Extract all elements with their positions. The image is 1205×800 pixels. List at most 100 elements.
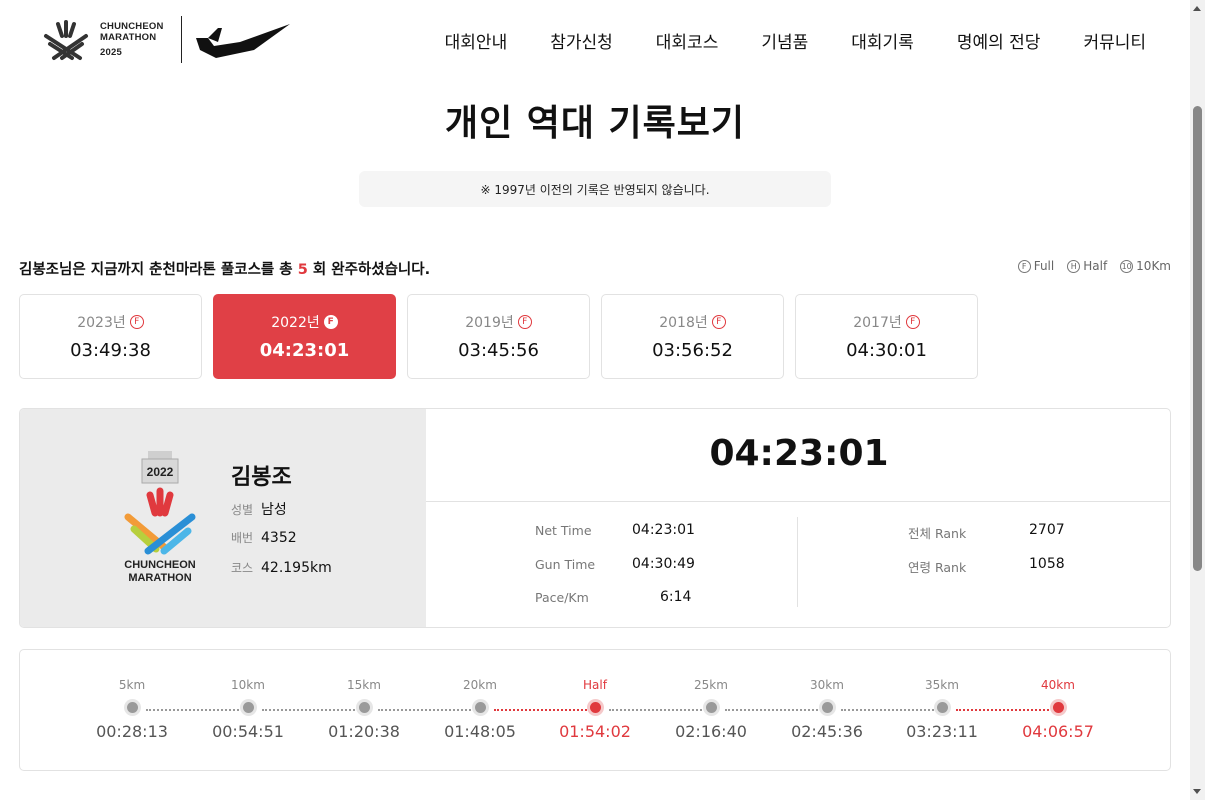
- split-label: 10km: [231, 678, 265, 692]
- summary-after: 회 완주하셨습니다.: [307, 262, 431, 278]
- record-year: 2019년 F: [465, 312, 532, 332]
- stat-label: 연령 Rank: [908, 560, 967, 575]
- record-card-2017[interactable]: 2017년 F 04:30:01: [795, 294, 978, 379]
- course-legend: F Full H Half 10 10Km: [1005, 259, 1171, 273]
- split-label: 25km: [694, 678, 728, 692]
- scrollbar-thumb[interactable]: [1193, 106, 1202, 571]
- stat-label: Net Time: [535, 523, 592, 538]
- split-half: Half 01:54:02: [540, 650, 650, 741]
- split-time: 00:54:51: [212, 722, 284, 741]
- record-detail-panel: 2022 CHUNCHEON MARATHON 김봉조 성별 남성 배번 4352 …: [19, 408, 1171, 628]
- medal-year: 2022: [147, 465, 174, 479]
- split-dot: [242, 702, 254, 713]
- stat-label: Gun Time: [535, 557, 596, 572]
- logo-year: 2025: [100, 46, 122, 58]
- record-time: 04:23:01: [259, 340, 350, 361]
- record-year-text: 2022년: [271, 315, 320, 331]
- record-year-text: 2017년: [853, 315, 902, 331]
- split-10km: 10km 00:54:51: [193, 650, 303, 741]
- bib-value: 4352: [261, 529, 297, 546]
- completion-summary: 김봉조님은 지금까지 춘천마라톤 풀코스를 총 5 회 완주하셨습니다.: [19, 258, 430, 279]
- split-label: 5km: [118, 678, 146, 692]
- scroll-up-arrow-icon[interactable]: [1193, 6, 1201, 11]
- record-year-text: 2019년: [465, 315, 514, 331]
- medal-line2: MARATHON: [128, 572, 191, 584]
- split-time: 01:48:05: [444, 722, 516, 741]
- stat-value: 6:14: [660, 589, 692, 605]
- split-20km: 20km 01:48:05: [425, 650, 535, 741]
- legend-label: 10Km: [1136, 259, 1171, 273]
- gender-label: 성별: [231, 502, 254, 517]
- split-15km: 15km 01:20:38: [309, 650, 419, 741]
- vertical-scrollbar[interactable]: [1190, 0, 1205, 800]
- split-25km: 25km 02:16:40: [656, 650, 766, 741]
- info-bib: 배번 4352: [231, 529, 297, 546]
- notice-box: ※ 1997년 이전의 기록은 반영되지 않습니다.: [359, 171, 831, 207]
- split-dot: [936, 702, 948, 713]
- split-label: 30km: [810, 678, 844, 692]
- medal-line1: CHUNCHEON: [124, 559, 196, 571]
- full-course-icon: F: [323, 315, 338, 329]
- record-card-2023[interactable]: 2023년 F 03:49:38: [19, 294, 202, 379]
- nav-item-info[interactable]: 대회안내: [445, 28, 508, 53]
- full-course-icon: F: [129, 315, 144, 329]
- record-time: 03:56:52: [652, 340, 733, 361]
- half-course-icon: H: [1067, 259, 1081, 273]
- legend-label: Half: [1083, 259, 1108, 273]
- split-label: 35km: [925, 678, 959, 692]
- gender-value: 남성: [261, 502, 287, 518]
- legend-10km: 10 10Km: [1120, 259, 1171, 273]
- split-dot: [358, 702, 370, 713]
- full-course-icon: F: [1017, 259, 1031, 273]
- full-course-icon: F: [517, 315, 532, 329]
- nav-item-hall-of-fame[interactable]: 명예의 전당: [957, 28, 1041, 53]
- split-label: 15km: [347, 678, 381, 692]
- split-dot: [126, 702, 138, 713]
- divider: [426, 501, 1170, 502]
- split-time: 04:06:57: [1022, 722, 1094, 741]
- nav-item-registration[interactable]: 참가신청: [550, 28, 613, 53]
- record-year: 2017년 F: [853, 312, 920, 332]
- nav-item-community[interactable]: 커뮤니티: [1083, 28, 1146, 53]
- record-year-text: 2023년: [77, 315, 126, 331]
- split-35km: 35km 03:23:11: [887, 650, 997, 741]
- nav-item-course[interactable]: 대회코스: [656, 28, 719, 53]
- record-time: 04:30:01: [846, 340, 927, 361]
- course-label: 코스: [231, 561, 254, 575]
- record-card-2018[interactable]: 2018년 F 03:56:52: [601, 294, 784, 379]
- record-card-2022[interactable]: 2022년 F 04:23:01: [213, 294, 396, 379]
- nav-item-souvenir[interactable]: 기념품: [761, 28, 808, 53]
- record-card-2019[interactable]: 2019년 F 03:45:56: [407, 294, 590, 379]
- summary-before: 김봉조님은 지금까지 춘천마라톤 풀코스를 총: [19, 262, 298, 278]
- split-dot: [589, 702, 601, 713]
- bib-label: 배번: [231, 531, 254, 545]
- stat-label: 전체 Rank: [908, 526, 967, 541]
- site-logo[interactable]: CHUNCHEON MARATHON 2025: [40, 14, 290, 64]
- site-header: CHUNCHEON MARATHON 2025 대회안내 참가신청 대회코스 기…: [0, 0, 1190, 86]
- split-time: 01:54:02: [559, 722, 631, 741]
- record-year: 2018년 F: [659, 312, 726, 332]
- record-time: 03:45:56: [458, 340, 539, 361]
- runner-info-pane: 2022 CHUNCHEON MARATHON 김봉조 성별 남성 배번 4352 …: [20, 409, 426, 627]
- record-year: 2022년 F: [271, 312, 338, 332]
- course-value: 42.195km: [261, 559, 332, 576]
- runner-name: 김봉조: [231, 465, 292, 490]
- logo-wordmark: CHUNCHEON MARATHON 2025: [100, 21, 164, 58]
- scroll-down-arrow-icon[interactable]: [1193, 789, 1201, 794]
- split-time: 02:45:36: [791, 722, 863, 741]
- sponsor-plane-logo-icon: [196, 24, 290, 58]
- info-gender: 성별 남성: [231, 499, 287, 519]
- stat-value: 2707: [1029, 522, 1065, 538]
- nav-item-records[interactable]: 대회기록: [851, 28, 914, 53]
- split-dot: [705, 702, 717, 713]
- record-year: 2023년 F: [77, 312, 144, 332]
- info-course: 코스 42.195km: [231, 559, 332, 576]
- stat-value: 1058: [1029, 556, 1065, 572]
- 10km-course-icon: 10: [1120, 259, 1134, 273]
- main-nav: 대회안내 참가신청 대회코스 기념품 대회기록 명예의 전당 커뮤니티: [402, 28, 1146, 53]
- logo-line1: CHUNCHEON: [100, 20, 164, 32]
- stat-value: 04:23:01: [632, 522, 695, 538]
- logo-line2: MARATHON: [100, 31, 157, 43]
- split-40km: 40km 04:06:57: [1003, 650, 1113, 741]
- legend-half: H Half: [1067, 259, 1107, 273]
